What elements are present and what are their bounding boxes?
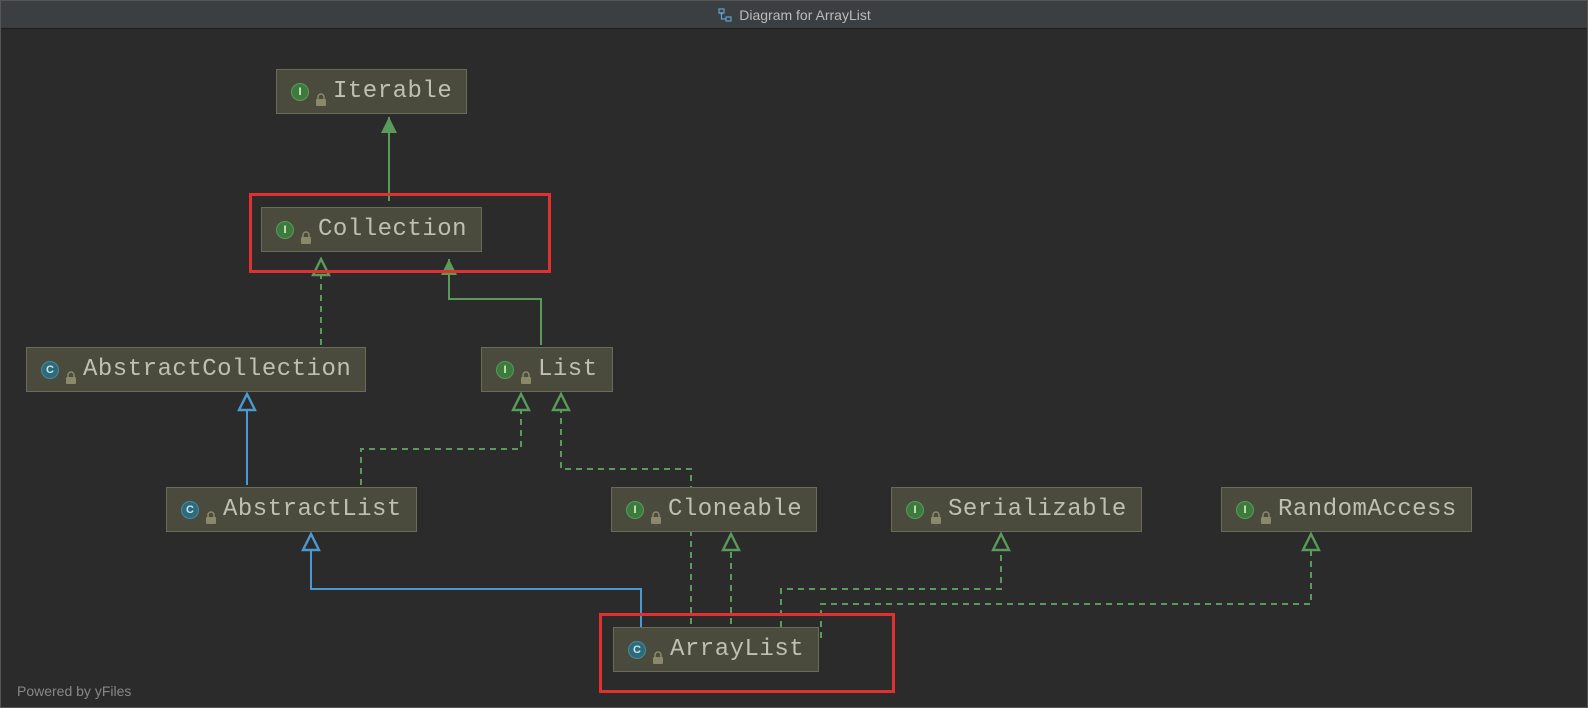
- node-label: Collection: [318, 216, 467, 243]
- node-label: AbstractList: [223, 496, 402, 523]
- interface-icon: I: [291, 83, 309, 101]
- interface-icon: I: [626, 501, 644, 519]
- lock-icon: [652, 643, 664, 657]
- interface-icon: I: [276, 221, 294, 239]
- title-text: Diagram for ArrayList: [739, 7, 870, 23]
- node-random-access[interactable]: I RandomAccess: [1221, 487, 1472, 532]
- node-arraylist[interactable]: C ArrayList: [613, 627, 819, 672]
- class-icon: C: [181, 501, 199, 519]
- lock-icon: [520, 363, 532, 377]
- node-label: Cloneable: [668, 496, 802, 523]
- lock-icon: [300, 223, 312, 237]
- lock-icon: [205, 503, 217, 517]
- class-icon: C: [628, 641, 646, 659]
- lock-icon: [1260, 503, 1272, 517]
- lock-icon: [315, 85, 327, 99]
- node-label: ArrayList: [670, 636, 804, 663]
- node-label: List: [538, 356, 598, 383]
- node-serializable[interactable]: I Serializable: [891, 487, 1142, 532]
- node-abstract-collection[interactable]: C AbstractCollection: [26, 347, 366, 392]
- lock-icon: [650, 503, 662, 517]
- node-collection[interactable]: I Collection: [261, 207, 482, 252]
- node-label: Iterable: [333, 78, 452, 105]
- footer-credit: Powered by yFiles: [17, 683, 131, 699]
- interface-icon: I: [906, 501, 924, 519]
- interface-icon: I: [496, 361, 514, 379]
- node-label: RandomAccess: [1278, 496, 1457, 523]
- node-label: Serializable: [948, 496, 1127, 523]
- class-icon: C: [41, 361, 59, 379]
- diagram-icon: [717, 7, 733, 23]
- title-bar: Diagram for ArrayList: [1, 1, 1587, 29]
- node-cloneable[interactable]: I Cloneable: [611, 487, 817, 532]
- diagram-canvas[interactable]: I Iterable I Collection C AbstractCollec…: [1, 29, 1587, 707]
- interface-icon: I: [1236, 501, 1254, 519]
- node-list[interactable]: I List: [481, 347, 613, 392]
- lock-icon: [65, 363, 77, 377]
- node-abstract-list[interactable]: C AbstractList: [166, 487, 417, 532]
- node-iterable[interactable]: I Iterable: [276, 69, 467, 114]
- lock-icon: [930, 503, 942, 517]
- node-label: AbstractCollection: [83, 356, 351, 383]
